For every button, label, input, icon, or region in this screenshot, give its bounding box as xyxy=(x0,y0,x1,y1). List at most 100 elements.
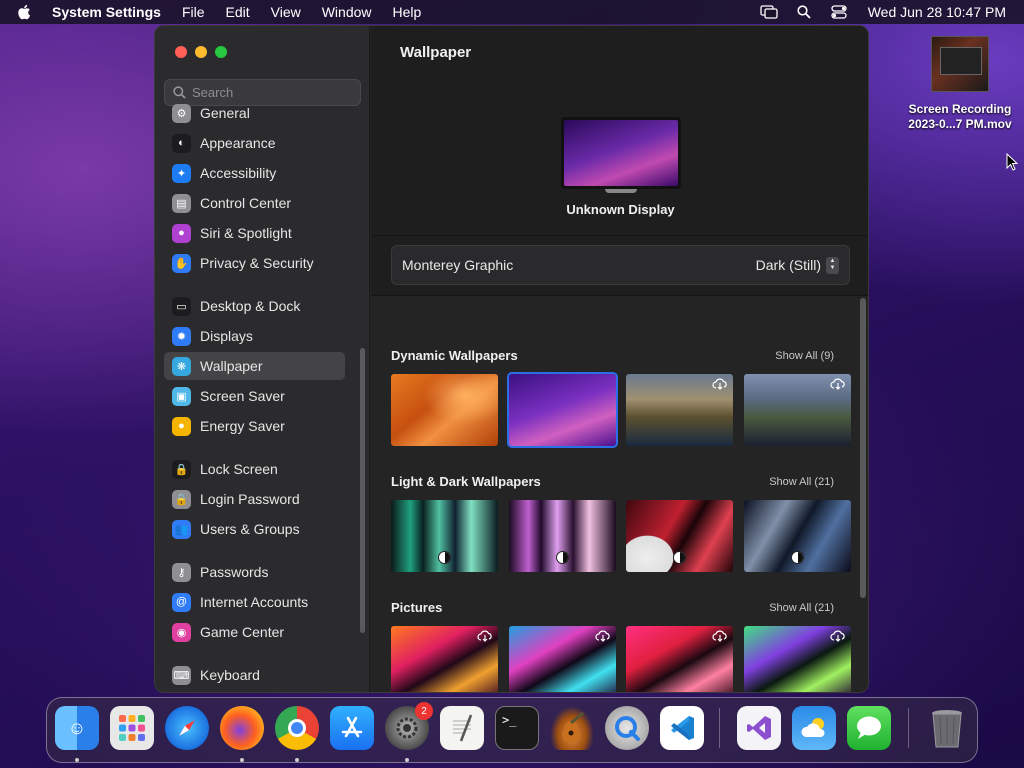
appearance-mode-select[interactable]: Dark (Still) ▲ ▼ xyxy=(756,256,839,274)
video-thumbnail xyxy=(931,36,989,92)
wallpaper-thumb-ventura[interactable] xyxy=(391,374,498,446)
sidebar-item-siri-spotlight[interactable]: ● Siri & Spotlight xyxy=(164,219,345,247)
mouse-cursor-icon xyxy=(1006,152,1019,176)
minimize-button[interactable] xyxy=(195,46,207,58)
section-title-pictures: Pictures xyxy=(391,600,443,615)
running-indicator xyxy=(295,758,299,762)
dock-system-settings-icon[interactable]: 2 xyxy=(385,702,433,750)
sidebar-item-accessibility[interactable]: ✦ Accessibility xyxy=(164,159,345,187)
sidebar-item-users-groups[interactable]: 👥 Users & Groups xyxy=(164,515,345,543)
menu-edit[interactable]: Edit xyxy=(226,4,250,20)
dock-launchpad-icon[interactable] xyxy=(110,706,154,750)
wallpaper-thumb-picture-4[interactable] xyxy=(744,626,851,692)
wallpaper-icon: ❋ xyxy=(172,356,191,376)
wallpaper-thumb-picture-2[interactable] xyxy=(509,626,616,692)
download-cloud-icon[interactable] xyxy=(712,378,728,390)
dock-firefox-icon[interactable] xyxy=(220,706,264,750)
wallpaper-thumb-big-sur-coast[interactable] xyxy=(626,374,733,446)
sidebar-scrollbar[interactable] xyxy=(360,348,365,633)
download-cloud-icon[interactable] xyxy=(712,630,728,642)
show-all-dynamic-button[interactable]: Show All (9) xyxy=(775,350,834,362)
sidebar-item-passwords[interactable]: ⚷ Passwords xyxy=(164,558,345,586)
wallpaper-thumb-picture-3[interactable] xyxy=(626,626,733,692)
show-all-light-dark-button[interactable]: Show All (21) xyxy=(769,476,834,488)
menu-clock[interactable]: Wed Jun 28 10:47 PM xyxy=(868,4,1006,20)
menu-window[interactable]: Window xyxy=(322,4,372,20)
dock-finder-icon[interactable]: ☺ xyxy=(55,706,99,750)
spotlight-search-icon[interactable] xyxy=(794,3,814,21)
menu-file[interactable]: File xyxy=(182,4,205,20)
sidebar-item-label: Wallpaper xyxy=(200,358,263,374)
sidebar-item-game-center[interactable]: ◉ Game Center xyxy=(164,618,345,646)
download-cloud-icon[interactable] xyxy=(595,630,611,642)
gallery-scrollbar[interactable] xyxy=(860,298,866,598)
download-cloud-icon[interactable] xyxy=(830,630,846,642)
dock-garageband-icon[interactable] xyxy=(550,706,594,750)
sidebar-item-label: Game Center xyxy=(200,624,285,640)
wallpaper-pane: Wallpaper Unknown Display Monterey Graph… xyxy=(371,26,868,692)
sidebar-item-label: Privacy & Security xyxy=(200,255,314,271)
sidebar-item-lock-screen[interactable]: 🔒 Lock Screen xyxy=(164,455,345,483)
menu-view[interactable]: View xyxy=(271,4,301,20)
divider xyxy=(371,235,868,236)
dock-quicktime-icon[interactable] xyxy=(605,706,649,750)
menu-bar: System Settings File Edit View Window He… xyxy=(0,0,1024,24)
wallpaper-thumb-macbook-green[interactable] xyxy=(391,500,498,572)
page-title: Wallpaper xyxy=(400,44,472,61)
sidebar-item-wallpaper[interactable]: ❋ Wallpaper xyxy=(164,352,345,380)
apple-menu-icon[interactable] xyxy=(16,4,32,20)
sidebar-item-privacy-security[interactable]: ✋ Privacy & Security xyxy=(164,249,345,277)
wallpaper-thumb-monterey-graphic[interactable] xyxy=(507,372,618,448)
show-all-pictures-button[interactable]: Show All (21) xyxy=(769,602,834,614)
sidebar-item-displays[interactable]: ✹ Displays xyxy=(164,322,345,350)
keyboard-icon: ⌨ xyxy=(172,665,191,685)
dock-chrome-icon[interactable] xyxy=(275,706,319,750)
dock-visual-studio-icon[interactable] xyxy=(737,706,781,750)
sidebar-item-screen-saver[interactable]: ▣ Screen Saver xyxy=(164,382,345,410)
sidebar-item-energy-saver[interactable]: ● Energy Saver xyxy=(164,412,345,440)
sidebar-item-login-password[interactable]: 🔒 Login Password xyxy=(164,485,345,513)
wallpaper-thumb-blue-shapes[interactable] xyxy=(744,500,851,572)
dock-weather-icon[interactable] xyxy=(792,706,836,750)
wallpaper-thumb-macbook-purple[interactable] xyxy=(509,500,616,572)
sidebar-item-desktop-dock[interactable]: ▭ Desktop & Dock xyxy=(164,292,345,320)
desktop-file-screen-recording[interactable]: Screen Recording 2023-0...7 PM.mov xyxy=(896,36,1024,132)
app-menu-name[interactable]: System Settings xyxy=(52,4,161,20)
chevron-updown-icon: ▲ ▼ xyxy=(826,256,839,274)
wallpaper-thumb-catalina[interactable] xyxy=(744,374,851,446)
running-indicator xyxy=(75,758,79,762)
screen-mirroring-icon[interactable] xyxy=(759,3,779,21)
dock-app-store-icon[interactable] xyxy=(330,706,374,750)
dock-textedit-icon[interactable] xyxy=(440,706,484,750)
dock-vscode-icon[interactable] xyxy=(660,706,704,750)
zoom-button[interactable] xyxy=(215,46,227,58)
light-dark-mode-icon xyxy=(673,551,686,564)
wallpaper-thumb-picture-1[interactable] xyxy=(391,626,498,692)
wallpaper-thumb-red-shapes[interactable] xyxy=(626,500,733,572)
sidebar-item-keyboard[interactable]: ⌨ Keyboard xyxy=(164,661,345,689)
sidebar-item-general[interactable]: ⚙ General xyxy=(164,99,345,127)
sun-icon: ✹ xyxy=(172,326,191,346)
sidebar-item-label: Siri & Spotlight xyxy=(200,225,292,241)
at-icon: @ xyxy=(172,592,191,612)
file-name-line2: 2023-0...7 PM.mov xyxy=(908,117,1012,131)
sidebar-item-label: Internet Accounts xyxy=(200,594,309,610)
siri-icon: ● xyxy=(172,223,191,243)
dock-messages-icon[interactable] xyxy=(847,706,891,750)
appearance-icon: ◐ xyxy=(172,133,191,153)
menu-help[interactable]: Help xyxy=(393,4,422,20)
sidebar-item-appearance[interactable]: ◐ Appearance xyxy=(164,129,345,157)
search-icon xyxy=(173,86,186,99)
section-title-light-dark: Light & Dark Wallpapers xyxy=(391,474,541,489)
system-settings-window: Search ⚙ General ◐ Appearance ✦ Accessibility… xyxy=(154,25,869,693)
dock-safari-icon[interactable] xyxy=(165,706,209,750)
download-cloud-icon[interactable] xyxy=(477,630,493,642)
download-cloud-icon[interactable] xyxy=(830,378,846,390)
sidebar-item-control-center[interactable]: ▤ Control Center xyxy=(164,189,345,217)
dock-terminal-icon[interactable]: >_ xyxy=(495,706,539,750)
dock-trash-icon[interactable] xyxy=(925,706,969,750)
close-button[interactable] xyxy=(175,46,187,58)
control-center-icon[interactable] xyxy=(829,3,849,21)
sidebar-item-internet-accounts[interactable]: @ Internet Accounts xyxy=(164,588,345,616)
file-name-line1: Screen Recording xyxy=(908,102,1012,116)
